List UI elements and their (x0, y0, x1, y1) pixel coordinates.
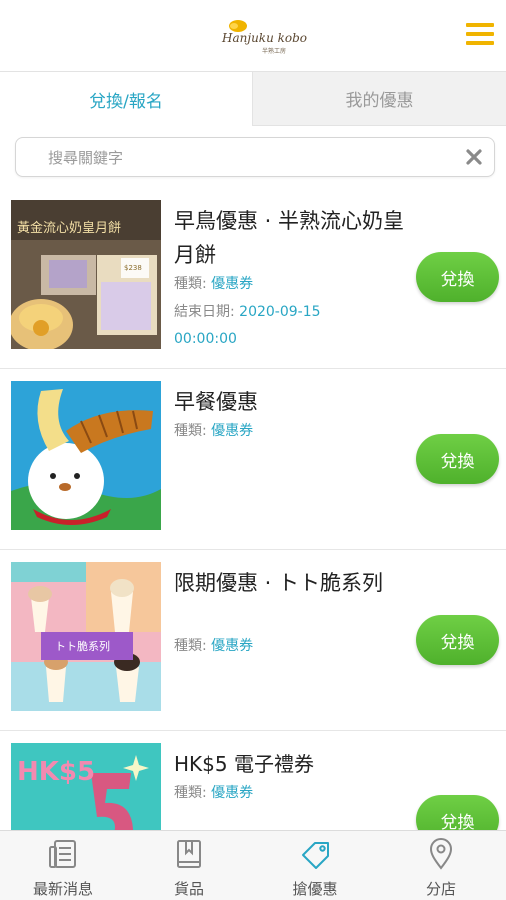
bottom-navigation: 最新消息 貨品 搶優惠 分店 (0, 830, 506, 900)
offer-type: 種類: 優惠券 (174, 274, 253, 294)
type-label: 種類: (174, 638, 207, 654)
book-icon (177, 840, 201, 868)
offer-type: 種類: 優惠券 (174, 421, 253, 441)
tag-icon (302, 842, 329, 869)
thumbnail-caption: HK$5 (17, 757, 96, 787)
offer-title: HK$5 電子禮券 (174, 752, 314, 776)
thumbnail-caption: 黃金流心奶皇月餅 (17, 221, 122, 236)
thumbnail-caption: トト脆系列 (55, 640, 110, 653)
nav-news-label: 最新消息 (32, 880, 93, 898)
nav-stores-label: 分店 (425, 880, 456, 898)
close-icon[interactable] (464, 147, 484, 167)
nav-stores[interactable]: 分店 (378, 831, 504, 900)
offer-thumbnail: トト脆系列 (11, 562, 161, 711)
location-pin-icon (429, 838, 453, 870)
brand-logo[interactable]: Hanjuku kobo 半熟工房 (218, 16, 307, 56)
offer-type: 種類: 優惠券 (174, 636, 253, 656)
list-item[interactable]: HK$5 HK$5 電子禮券 種類: 優惠券 兌換 (0, 731, 506, 830)
list-item[interactable]: トト脆系列 限期優惠 · トト脆系列 種類: 優惠券 兌換 (0, 550, 506, 731)
newspaper-icon (49, 840, 76, 868)
type-value: 優惠券 (211, 785, 254, 801)
logo-subtext: 半熟工房 (262, 48, 287, 55)
offer-end-date: 結束日期: 2020-09-15 (174, 302, 321, 322)
app-header: Hanjuku kobo 半熟工房 (0, 0, 506, 72)
redeem-button[interactable]: 兌換 (416, 615, 499, 665)
search-input[interactable] (48, 146, 448, 170)
offer-thumbnail: HK$5 (11, 743, 161, 830)
type-value: 優惠券 (211, 638, 254, 654)
nav-products[interactable]: 貨品 (126, 831, 252, 900)
redeem-button[interactable]: 兌換 (416, 434, 499, 484)
end-time-value: 00:00:00 (174, 331, 237, 347)
type-value: 優惠券 (211, 276, 254, 292)
type-value: 優惠券 (211, 423, 254, 439)
hamburger-menu-icon[interactable] (466, 22, 496, 48)
offer-type: 種類: 優惠券 (174, 783, 253, 803)
tab-bar: 兌換/報名 我的優惠 (0, 72, 506, 126)
redeem-button[interactable]: 兌換 (416, 795, 499, 830)
tab-my-offers[interactable]: 我的優惠 (253, 72, 506, 126)
type-label: 種類: (174, 276, 207, 292)
offer-title: 限期優惠 · トト脆系列 (174, 571, 384, 595)
type-label: 種類: (174, 785, 207, 801)
nav-deals-label: 搶優惠 (292, 880, 338, 898)
nav-products-label: 貨品 (173, 880, 204, 898)
offer-title: 早餐優惠 (174, 390, 258, 414)
offer-thumbnail (11, 381, 161, 530)
nav-deals[interactable]: 搶優惠 (252, 831, 378, 900)
list-item[interactable]: 黃金流心奶皇月餅 $238 早鳥優惠 · 半熟流心奶皇月餅 種類: 優惠券 結束… (0, 188, 506, 369)
tab-redeem[interactable]: 兌換/報名 (0, 72, 253, 126)
end-date-label: 結束日期: (174, 304, 235, 320)
end-date-value: 2020-09-15 (239, 304, 321, 320)
list-item[interactable]: 早餐優惠 種類: 優惠券 兌換 (0, 369, 506, 550)
logo-wordmark: Hanjuku kobo (222, 31, 308, 45)
redeem-button[interactable]: 兌換 (416, 252, 499, 302)
search-box (15, 137, 495, 177)
nav-news[interactable]: 最新消息 (0, 831, 126, 900)
type-label: 種類: (174, 423, 207, 439)
offer-title: 早鳥優惠 · 半熟流心奶皇月餅 (174, 209, 405, 267)
offer-thumbnail: 黃金流心奶皇月餅 $238 (11, 200, 161, 349)
thumbnail-price: $238 (124, 264, 142, 272)
offer-list: 黃金流心奶皇月餅 $238 早鳥優惠 · 半熟流心奶皇月餅 種類: 優惠券 結束… (0, 188, 506, 830)
